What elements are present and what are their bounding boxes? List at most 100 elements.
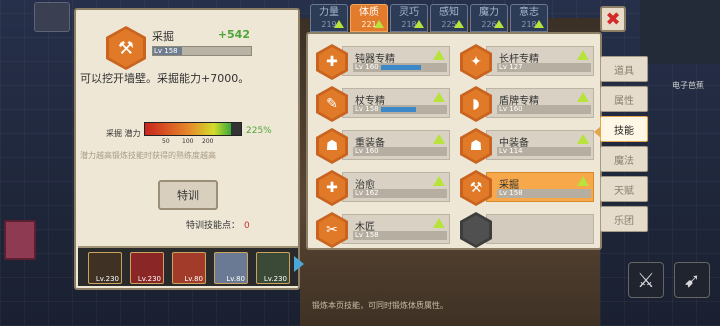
skill-level: Lv 160 [499,105,523,113]
skill-level: Lv 160 [355,147,379,155]
up-arrow-icon [454,20,464,28]
up-arrow-icon[interactable] [577,176,589,186]
skill-card[interactable]: 盾牌专精 Lv 160 ◗ [460,86,594,122]
party-portraits: Lv.230 Lv.230 Lv.80 Lv.80 Lv.230 [78,246,298,286]
skill-card-body: 杖专精 Lv 158 [342,88,450,118]
party-member-portrait[interactable]: Lv.230 [130,252,164,284]
skill-title: 采掘 [152,30,174,43]
skill-level-bar: Lv 158 [353,105,447,114]
next-party-arrow-icon[interactable] [294,256,304,272]
skill-detail-panel: ⚒ 采掘 +542 Lv 158 可以挖开墙壁。采掘能力+7000。 采掘 潜力… [74,8,300,290]
tab-will[interactable]: 意志 218 [510,4,548,32]
skill-card[interactable]: 重装备 Lv 160 ☗ [316,128,450,164]
sword-icon[interactable]: ⚔ [628,262,664,298]
up-arrow-icon[interactable] [433,218,445,228]
skill-card[interactable]: 长杆专精 Lv 127 ✦ [460,44,594,80]
skill-level-bar: Lv 127 [497,63,591,72]
skill-level-bar: Lv 160 [497,105,591,114]
skill-card-body [486,214,594,244]
menu-skills[interactable]: 技能 [600,116,648,142]
up-arrow-icon[interactable] [577,92,589,102]
skill-level: Lv 158 [154,47,178,55]
menu-attributes[interactable]: 属性 [600,86,648,112]
tab-label: 意志 [519,7,539,18]
train-points-value: 0 [244,221,250,231]
tab-label: 灵巧 [399,7,419,18]
map-sign: 电子芭蕉 [672,81,704,90]
skill-level: Lv 114 [499,147,523,155]
train-button[interactable]: 特训 [158,180,218,210]
bow-icon[interactable]: ➹ [674,262,710,298]
skill-bonus: +542 [217,28,250,41]
skill-card-body: 长杆专精 Lv 127 [486,46,594,76]
skill-level: Lv 158 [499,189,523,197]
party-member-level: Lv.230 [137,275,161,283]
up-arrow-icon[interactable] [577,134,589,144]
party-member-level: Lv.80 [184,275,203,283]
up-arrow-icon [374,20,384,28]
skill-card[interactable]: 杖专精 Lv 158 ✎ [316,86,450,122]
character-portrait-slot[interactable] [34,2,70,32]
skill-card-body: 治愈 Lv 162 [342,172,450,202]
party-member-portrait[interactable]: Lv.80 [172,252,206,284]
potential-label: 采掘 潜力 [106,129,141,138]
up-arrow-icon [334,20,344,28]
close-button[interactable]: ✖ [600,6,626,32]
skill-card-body: 盾牌专精 Lv 160 [486,88,594,118]
party-member-portrait[interactable]: Lv.80 [214,252,248,284]
minimap[interactable] [640,0,720,64]
close-icon: ✖ [605,8,621,30]
up-arrow-icon[interactable] [433,92,445,102]
up-arrow-icon[interactable] [433,176,445,186]
up-arrow-icon [414,20,424,28]
skill-description: 可以挖开墙壁。采掘能力+7000。 [80,72,250,85]
skill-card-body: 钝器专精 Lv 160 [342,46,450,76]
skill-level-bar: Lv 114 [497,147,591,156]
tab-constitution[interactable]: 体质 221 [350,4,388,32]
skill-card[interactable]: 中装备 Lv 114 ☗ [460,128,594,164]
skill-card[interactable]: 钝器专精 Lv 160 ✚ [316,44,450,80]
treasure-chest [4,220,36,260]
skill-level-fill [381,107,417,112]
skill-level: Lv 160 [355,63,379,71]
menu-magic[interactable]: 魔法 [600,146,648,172]
potential-tick: 100 [182,138,194,145]
menu-items[interactable]: 道具 [600,56,648,82]
potential-percent: 225% [246,126,272,136]
party-member-portrait[interactable]: Lv.230 [88,252,122,284]
up-arrow-icon [494,20,504,28]
skill-level-bar: Lv 162 [353,189,447,198]
tab-strength[interactable]: 力量 219 [310,4,348,32]
skill-card[interactable] [460,212,594,248]
attribute-tabs: 力量 219 体质 221 灵巧 218 感知 225 魔力 226 意志 218 [310,4,548,34]
tab-magic[interactable]: 魔力 226 [470,4,508,32]
skill-level-bar: Lv 158 [353,231,447,240]
tab-perception[interactable]: 感知 225 [430,4,468,32]
potential-bar [144,122,242,136]
potential-hint: 潜力越高锻炼技能时获得的熟练度越高 [80,151,216,160]
up-arrow-icon[interactable] [577,50,589,60]
menu-talents[interactable]: 天赋 [600,176,648,202]
tab-label: 体质 [359,7,379,18]
status-hint: 锻炼本页技能，可同时锻炼体质属性。 [312,301,448,310]
skill-card-body: 木匠 Lv 158 [342,214,450,244]
skill-level-fill [381,65,421,70]
menu-band[interactable]: 乐团 [600,206,648,232]
tab-dexterity[interactable]: 灵巧 218 [390,4,428,32]
up-arrow-icon[interactable] [433,50,445,60]
skill-card[interactable]: 治愈 Lv 162 ✚ [316,170,450,206]
skill-level: Lv 162 [355,189,379,197]
skill-card[interactable]: 木匠 Lv 158 ✂ [316,212,450,248]
skill-card[interactable]: 采掘 Lv 158 ⚒ [460,170,594,206]
potential-tick: 50 [162,138,170,145]
skill-level-bar: Lv 160 [353,63,447,72]
skill-level-bar: Lv 158 [497,189,591,198]
tab-label: 感知 [439,7,459,18]
skill-card-body: 采掘 Lv 158 [486,172,594,202]
up-arrow-icon [534,20,544,28]
up-arrow-icon[interactable] [433,134,445,144]
side-menu: 道具 属性 技能 魔法 天赋 乐团 [600,56,648,236]
party-member-level: Lv.230 [95,275,119,283]
party-member-portrait[interactable]: Lv.230 [256,252,290,284]
party-member-level: Lv.80 [226,275,245,283]
